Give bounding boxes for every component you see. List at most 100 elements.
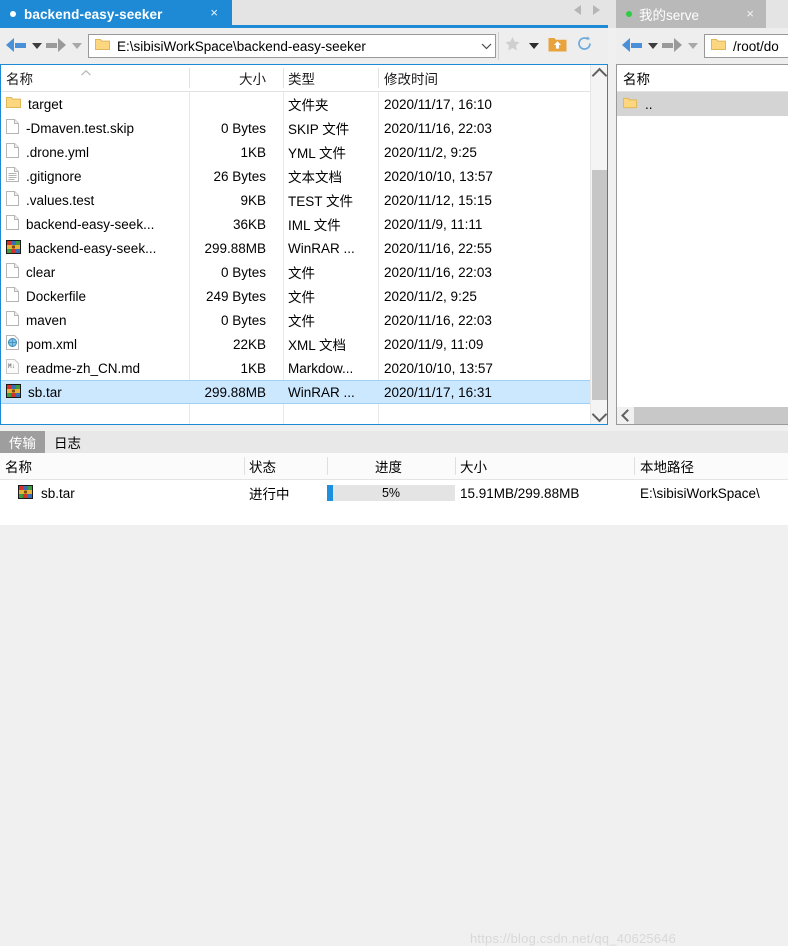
column-header-status[interactable]: 状态 [249, 453, 276, 479]
table-row[interactable]: .drone.yml 1KB YML 文件 2020/11/2, 9:25 [1, 140, 590, 164]
cell-size: 15.91MB/299.88MB [460, 485, 580, 501]
xml-icon [6, 335, 19, 353]
progress-label: 5% [381, 486, 401, 500]
close-icon[interactable]: × [210, 6, 218, 20]
forward-button[interactable] [46, 38, 66, 54]
file-transfer-client-window: backend-easy-seeker × E:\sibisiWorkSpace… [0, 0, 788, 946]
tab-scroll-controls[interactable] [574, 5, 600, 15]
column-header-local-path[interactable]: 本地路径 [640, 453, 694, 479]
tab-my-server[interactable]: 我的serve × [616, 0, 766, 28]
table-row[interactable]: backend-easy-seek... 299.88MB WinRAR ... 20… [1, 236, 590, 260]
local-tab-strip: backend-easy-seeker × [0, 0, 608, 28]
remote-address-bar[interactable]: /root/do [704, 34, 788, 58]
column-divider[interactable] [327, 457, 328, 475]
scrollbar-thumb[interactable] [592, 170, 607, 400]
column-header-date[interactable]: 修改时间 [379, 65, 579, 91]
table-row[interactable]: clear 0 Bytes 文件 2020/11/16, 22:03 [1, 260, 590, 284]
cell-size: 9KB [240, 192, 266, 208]
table-row[interactable]: M↓ readme-zh_CN.md 1KB Markdow... 2020/10/10… [1, 356, 590, 380]
cell-type: XML 文档 [288, 338, 347, 353]
forward-button[interactable] [662, 38, 682, 54]
column-divider[interactable] [244, 457, 245, 475]
back-history-chevron-down-icon[interactable] [648, 43, 658, 49]
column-header-type[interactable]: 类型 [284, 65, 376, 91]
forward-history-chevron-down-icon[interactable] [688, 43, 698, 49]
file-name-label: backend-easy-seek... [26, 216, 155, 232]
table-row[interactable]: backend-easy-seek... 36KB IML 文件 2020/11/9,… [1, 212, 590, 236]
star-icon[interactable] [504, 36, 521, 52]
cell-name: backend-easy-seek... [1, 239, 189, 257]
remote-column-header-name[interactable]: 名称 [617, 65, 788, 92]
remote-horizontal-scrollbar[interactable] [617, 407, 788, 424]
file-icon [6, 143, 19, 161]
back-history-chevron-down-icon[interactable] [32, 43, 42, 49]
cell-progress: 5% [327, 480, 455, 506]
transfer-panel-tabs: 传输 日志 [0, 431, 788, 453]
transfer-list-header: 名称 状态 进度 大小 本地路径 [0, 453, 788, 480]
cell-name: .drone.yml [1, 143, 189, 161]
scroll-down-button[interactable] [591, 406, 608, 424]
table-row[interactable]: sb.tar 299.88MB WinRAR ... 2020/11/17, 16:3… [1, 380, 590, 404]
tab-transfers[interactable]: 传输 [0, 431, 45, 453]
file-icon [6, 215, 19, 233]
file-name-label: clear [26, 264, 56, 280]
chevron-left-icon[interactable] [574, 5, 581, 15]
remote-tab-strip: 我的serve × [608, 0, 788, 28]
column-divider[interactable] [455, 457, 456, 475]
chevron-down-icon[interactable] [477, 43, 495, 50]
table-row[interactable]: -Dmaven.test.skip 0 Bytes SKIP 文件 2020/11/1… [1, 116, 590, 140]
address-value: E:\sibisiWorkSpace\backend-easy-seeker [117, 38, 366, 54]
toolbar-divider [498, 32, 499, 60]
close-icon[interactable]: × [746, 6, 754, 21]
column-divider[interactable] [283, 68, 284, 88]
column-header-name[interactable]: 名称 [5, 453, 32, 479]
local-vertical-scrollbar[interactable] [590, 65, 608, 424]
cell-name: backend-easy-seek... [1, 215, 189, 233]
scroll-up-button[interactable] [591, 65, 607, 83]
cell-date: 2020/11/9, 11:09 [384, 336, 484, 352]
column-header-name[interactable]: 名称 [1, 65, 189, 91]
cell-name: .values.test [1, 191, 189, 209]
back-button[interactable] [6, 38, 26, 54]
transfer-file-name: sb.tar [41, 485, 75, 501]
local-list-header: 名称 大小 类型 修改时间 [1, 65, 607, 92]
tab-logs[interactable]: 日志 [45, 431, 90, 453]
column-divider[interactable] [634, 457, 635, 475]
cell-type: IML 文件 [288, 218, 341, 233]
cell-date: 2020/11/9, 11:11 [384, 216, 483, 232]
transfer-panel: 传输 日志 名称 状态 进度 大小 本地路径 sb.tar 进行中 5% 15.91M… [0, 431, 788, 946]
column-header-size[interactable]: 大小 [460, 453, 487, 479]
table-row[interactable]: Dockerfile 249 Bytes 文件 2020/11/2, 9:25 [1, 284, 590, 308]
table-row[interactable]: .values.test 9KB TEST 文件 2020/11/12, 15:15 [1, 188, 590, 212]
online-dot-icon [626, 11, 632, 17]
cell-size: 36KB [232, 216, 266, 232]
list-item-label: .. [645, 96, 653, 112]
back-button[interactable] [622, 38, 642, 54]
cell-date: 2020/11/2, 9:25 [384, 144, 477, 160]
up-folder-icon[interactable] [548, 36, 567, 52]
table-row[interactable]: target 文件夹 2020/11/17, 16:10 [1, 92, 590, 116]
column-header-progress[interactable]: 进度 [375, 453, 402, 479]
file-icon [6, 119, 19, 137]
favorites-chevron-down-icon[interactable] [529, 43, 539, 49]
chevron-right-icon[interactable] [593, 5, 600, 15]
tab-backend-easy-seeker[interactable]: backend-easy-seeker × [0, 0, 232, 28]
column-header-size[interactable]: 大小 [189, 65, 275, 91]
column-divider[interactable] [378, 68, 379, 88]
folder-icon [711, 38, 726, 54]
table-row[interactable]: .gitignore 26 Bytes 文本文档 2020/10/10, 13:57 [1, 164, 590, 188]
table-row[interactable]: pom.xml 22KB XML 文档 2020/11/9, 11:09 [1, 332, 590, 356]
folder-icon [623, 97, 637, 112]
scroll-left-button[interactable] [617, 407, 634, 424]
local-pane: backend-easy-seeker × E:\sibisiWorkSpace… [0, 0, 608, 425]
refresh-icon[interactable] [576, 35, 593, 52]
list-item[interactable]: .. [617, 92, 788, 116]
cell-size: 299.88MB [204, 384, 266, 400]
file-name-label: maven [26, 312, 67, 328]
address-bar[interactable]: E:\sibisiWorkSpace\backend-easy-seeker [88, 34, 496, 58]
column-divider[interactable] [189, 68, 190, 88]
cell-size: 26 Bytes [213, 168, 266, 184]
table-row[interactable]: maven 0 Bytes 文件 2020/11/16, 22:03 [1, 308, 590, 332]
forward-history-chevron-down-icon[interactable] [72, 43, 82, 49]
file-name-label: .drone.yml [26, 144, 90, 160]
